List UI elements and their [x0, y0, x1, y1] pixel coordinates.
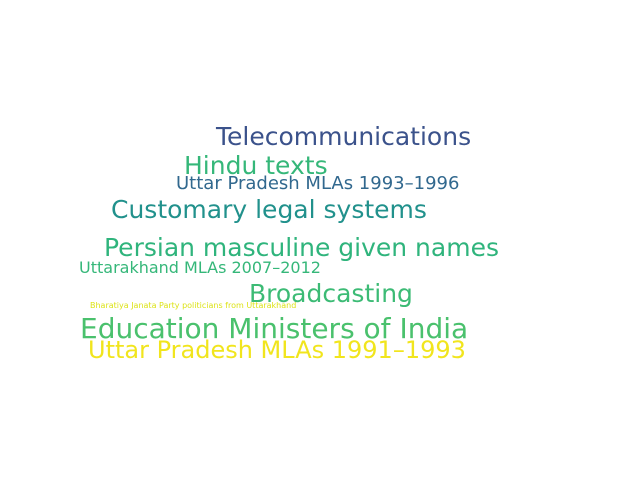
word-uttarakhand-mlas-2007-2012: Uttarakhand MLAs 2007–2012	[79, 258, 321, 277]
word-up-mlas-1991-1993: Uttar Pradesh MLAs 1991–1993	[88, 336, 466, 364]
word-bjp-politicians-uttarakhand: Bharatiya Janata Party politicians from …	[90, 301, 297, 310]
word-cloud: Telecommunications Hindu texts Uttar Pra…	[0, 0, 640, 480]
word-telecommunications: Telecommunications	[216, 122, 472, 151]
word-persian-masculine-names: Persian masculine given names	[104, 233, 499, 262]
word-customary-legal-systems: Customary legal systems	[111, 195, 427, 224]
word-up-mlas-1993-1996: Uttar Pradesh MLAs 1993–1996	[176, 173, 460, 194]
